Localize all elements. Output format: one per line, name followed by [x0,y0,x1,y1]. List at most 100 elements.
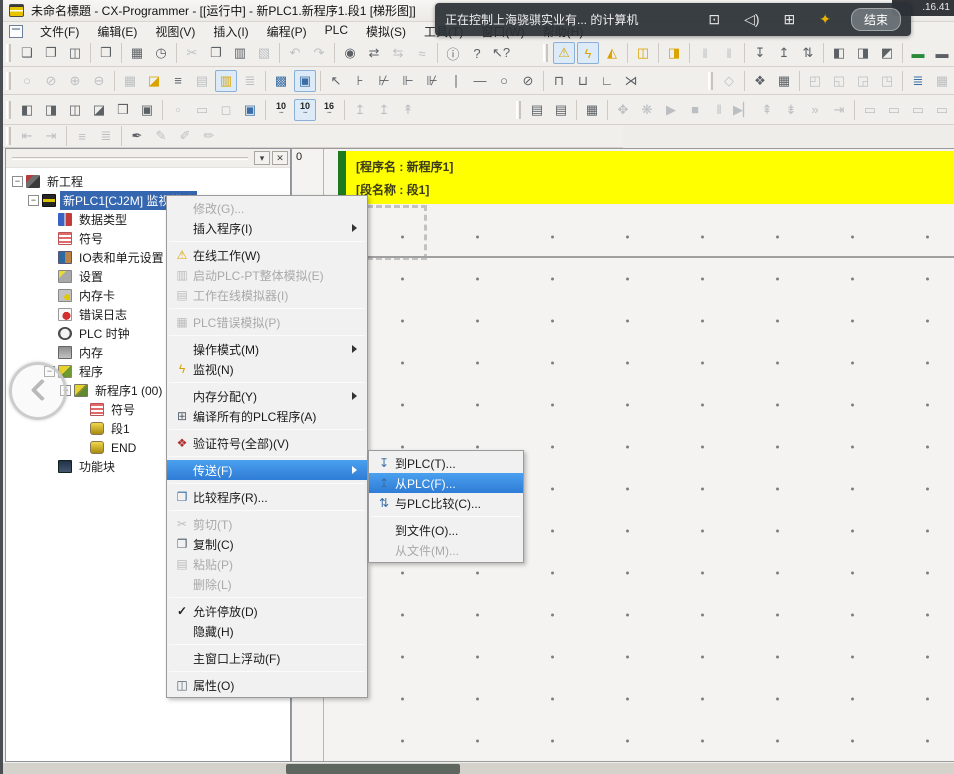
horizontal-line-icon[interactable]: — [469,70,491,92]
step-run-icon[interactable]: ▶▏ [732,99,754,121]
contact-or-nc-icon[interactable]: ⊮ [421,70,443,92]
menu-item--f-[interactable]: 主窗口上浮动(F) [167,648,367,668]
rung-list-icon[interactable]: ≡ [167,70,189,92]
workspace-drag-handle[interactable] [12,157,248,160]
context-help-icon[interactable]: ↖? [490,42,512,64]
tile-vertical-icon[interactable]: ◪ [88,99,110,121]
search-replace-icon[interactable]: ⇆ [387,42,409,64]
contact-or-no-icon[interactable]: ⊩ [397,70,419,92]
instruction-icon[interactable]: ⊔ [572,70,594,92]
menu-1[interactable]: 文件(F) [31,21,88,42]
workspace-dropdown-button[interactable]: ▾ [254,151,270,165]
tree-item-label[interactable]: 符号 [108,400,138,419]
ladder-view-icon[interactable]: ▥ [215,70,237,92]
rung-edit-icon[interactable]: ▤ [191,70,213,92]
print-preview-icon[interactable]: ◷ [150,42,172,64]
differential-monitor-icon[interactable]: ↟ [397,99,419,121]
menu-item--plc-f-[interactable]: ↥从PLC(F)... [369,473,523,493]
grid-icon[interactable]: ▦ [119,70,141,92]
sync-transfer-icon[interactable]: ▤ [550,99,572,121]
menu-item--p-[interactable]: ▤粘贴(P) [167,554,367,574]
tree-item-label[interactable]: 新工程 [44,172,86,191]
paste-icon[interactable]: ▥ [229,42,251,64]
dim-3-icon[interactable]: ◻ [215,99,237,121]
monitor-window-icon[interactable]: ▬ [907,42,929,64]
window-3-icon[interactable]: ◲ [852,70,874,92]
menu-item--d-[interactable]: ✓允许停放(D) [167,601,367,621]
comment-list-icon[interactable]: ≡ [71,125,93,147]
window-2-icon[interactable]: ◱ [828,70,850,92]
force-off-icon[interactable]: ◨ [852,42,874,64]
watch-1-icon[interactable]: ▭ [859,99,881,121]
set-value-icon[interactable]: ↥ [349,99,371,121]
scan-run-icon[interactable]: ❋ [636,99,658,121]
contact-no-icon[interactable]: ⊦ [349,70,371,92]
mnemonic-view-icon[interactable]: ▩ [270,70,292,92]
zoom-select-icon[interactable]: ○ [16,70,38,92]
watch-2-icon[interactable]: ▭ [883,99,905,121]
force-on-icon[interactable]: ◧ [828,42,850,64]
decimal-monitor-icon[interactable]: 10 [270,99,292,121]
menu-item--plc-a-[interactable]: ⊞编译所有的PLC程序(A) [167,406,367,426]
symbols-view-icon[interactable]: ≣ [907,70,929,92]
menu-item--f-[interactable]: 传送(F) [167,460,367,480]
tile-view-icon[interactable]: ≣ [239,70,261,92]
menu-item--m-[interactable]: 从文件(M)... [369,540,523,560]
tree-item-label[interactable]: END [108,440,139,456]
close-all-icon[interactable]: ▣ [136,99,158,121]
tile-horizontal-icon[interactable]: ◫ [64,99,86,121]
select-tool-icon[interactable]: ↖ [325,70,347,92]
menu-item--i-[interactable]: 插入程序(I) [167,218,367,238]
watch-3-icon[interactable]: ▭ [907,99,929,121]
menu-item--i-[interactable]: ▤工作在线模拟器(I) [167,285,367,305]
paste-special-icon[interactable]: ▧ [253,42,275,64]
download-to-plc-icon[interactable]: ↧ [749,42,771,64]
pause-small-icon[interactable]: ‖ [694,42,716,64]
tree-item-label[interactable]: 数据类型 [76,210,130,229]
compare-with-plc-icon[interactable]: ⇅ [797,42,819,64]
undo-icon[interactable]: ↶ [284,42,306,64]
coil-icon[interactable]: ○ [493,70,515,92]
tree-item-label[interactable]: 符号 [76,229,106,248]
open-file-icon[interactable]: ❐ [40,42,62,64]
save-icon[interactable]: ◫ [64,42,86,64]
menu-item--plc-c-[interactable]: ⇅与PLC比较(C)... [369,493,523,513]
section-list-icon[interactable]: ▦ [773,70,795,92]
run-to-end-icon[interactable]: ⇥ [828,99,850,121]
window-4-icon[interactable]: ◳ [876,70,898,92]
menu-item--c-[interactable]: ❐复制(C) [167,534,367,554]
cut-icon[interactable]: ✂ [181,42,203,64]
pen-select-icon[interactable]: ✒ [126,125,148,147]
address-reference-icon[interactable]: ▦ [931,70,953,92]
cascade-windows-icon[interactable]: ◨ [40,99,62,121]
tree-item-label[interactable]: 段1 [108,419,133,438]
new-file-icon[interactable]: ❏ [16,42,38,64]
tree-expand-icon[interactable]: − [12,176,23,187]
indent-icon[interactable]: ⇥ [40,125,62,147]
force-set-icon[interactable]: ↥ [373,99,395,121]
tree-item-label[interactable]: PLC 时钟 [76,324,133,343]
force-cancel-icon[interactable]: ◩ [876,42,898,64]
speaker-icon[interactable]: ◁) [744,11,759,28]
tree-item-label[interactable]: 内存卡 [76,286,118,305]
dim-2-icon[interactable]: ▭ [191,99,213,121]
menu-item--w-[interactable]: ⚠在线工作(W) [167,245,367,265]
redo-icon[interactable]: ↷ [308,42,330,64]
menu-item--v-[interactable]: ❖验证符号(全部)(V) [167,433,367,453]
outdent-icon[interactable]: ⇤ [16,125,38,147]
menu-item--t-[interactable]: ✂剪切(T) [167,514,367,534]
about-icon[interactable]: ⓘ [442,42,464,64]
coil-closed-icon[interactable]: ⊘ [517,70,539,92]
vertical-line-icon[interactable]: ∣ [445,70,467,92]
pen-insert-icon[interactable]: ✐ [174,125,196,147]
menu-5[interactable]: 编程(P) [258,21,316,42]
stop-icon[interactable]: ■ [684,99,706,121]
work-online-icon[interactable]: ⚠ [553,42,575,64]
step-out-icon[interactable]: ⇟ [780,99,802,121]
step-in-icon[interactable]: ⇞ [756,99,778,121]
program-check-icon[interactable]: ❖ [749,70,771,92]
continuous-step-icon[interactable]: » [804,99,826,121]
menu-7[interactable]: 模拟(S) [357,21,415,42]
tree-item-label[interactable]: 程序 [76,362,106,381]
monitor-mode-icon[interactable]: ϟ [577,42,599,64]
